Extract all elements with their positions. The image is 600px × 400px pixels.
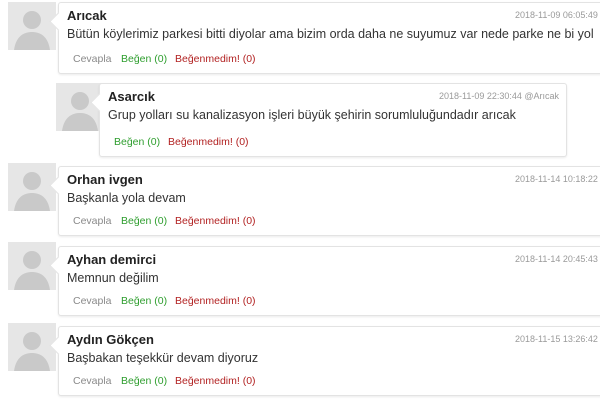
reply-button[interactable]: Cevapla	[73, 295, 112, 307]
reply-button[interactable]: Cevapla	[73, 375, 112, 387]
avatar	[8, 163, 56, 211]
comment-box: Orhan ivgen 2018-11-14 10:18:22 Başkanla…	[58, 166, 600, 236]
like-button[interactable]: Beğen (0)	[121, 53, 167, 65]
comment-author: Orhan ivgen	[67, 172, 143, 187]
comment-actions: Beğen (0) Beğenmedim! (0)	[100, 136, 566, 150]
comment-timestamp: 2018-11-14 10:18:22	[515, 174, 598, 184]
comment-timestamp: 2018-11-14 20:45:43	[515, 254, 598, 264]
comment-text: Grup yolları su kanalizasyon işleri büyü…	[108, 108, 516, 122]
dislike-button[interactable]: Beğenmedim! (0)	[175, 53, 256, 65]
dislike-button[interactable]: Beğenmedim! (0)	[175, 295, 256, 307]
comment-text: Başbakan teşekkür devam diyoruz	[67, 351, 259, 365]
comment-author: Aydın Gökçen	[67, 332, 154, 347]
like-button[interactable]: Beğen (0)	[121, 375, 167, 387]
user-placeholder-icon	[8, 242, 56, 290]
user-placeholder-icon	[8, 163, 56, 211]
comment-timestamp: 2018-11-09 22:30:44 @Arıcak	[439, 91, 560, 101]
comment-actions: Cevapla Beğen (0) Beğenmedim! (0)	[59, 215, 600, 229]
avatar	[8, 2, 56, 50]
comment-actions: Cevapla Beğen (0) Beğenmedim! (0)	[59, 375, 600, 389]
comment-box: Ayhan demirci 2018-11-14 20:45:43 Memnun…	[58, 246, 600, 316]
comment-author: Ayhan demirci	[67, 252, 157, 267]
avatar	[8, 323, 56, 371]
comment-timestamp: 2018-11-09 06:05:49	[515, 10, 598, 20]
comment-text: Başkanla yola devam	[67, 191, 186, 205]
dislike-button[interactable]: Beğenmedim! (0)	[168, 136, 249, 148]
dislike-button[interactable]: Beğenmedim! (0)	[175, 215, 256, 227]
comment-actions: Cevapla Beğen (0) Beğenmedim! (0)	[59, 295, 600, 309]
comment-actions: Cevapla Beğen (0) Beğenmedim! (0)	[59, 53, 600, 67]
like-button[interactable]: Beğen (0)	[121, 295, 167, 307]
dislike-button[interactable]: Beğenmedim! (0)	[175, 375, 256, 387]
comment-timestamp: 2018-11-15 13:26:42	[515, 334, 598, 344]
reply-button[interactable]: Cevapla	[73, 53, 112, 65]
comment-box: Aydın Gökçen 2018-11-15 13:26:42 Başbaka…	[58, 326, 600, 396]
user-placeholder-icon	[8, 323, 56, 371]
comment-author: Asarcık	[108, 89, 155, 104]
user-placeholder-icon	[8, 2, 56, 50]
reply-button[interactable]: Cevapla	[73, 215, 112, 227]
comment-author: Arıcak	[67, 8, 107, 23]
avatar	[8, 242, 56, 290]
comment-box: Arıcak 2018-11-09 06:05:49 Bütün köyleri…	[58, 2, 600, 74]
comment-box: Asarcık 2018-11-09 22:30:44 @Arıcak Grup…	[99, 83, 567, 157]
like-button[interactable]: Beğen (0)	[114, 136, 160, 148]
comment-text: Memnun değilim	[67, 271, 159, 285]
like-button[interactable]: Beğen (0)	[121, 215, 167, 227]
comment-text: Bütün köylerimiz parkesi bitti diyolar a…	[67, 27, 594, 41]
